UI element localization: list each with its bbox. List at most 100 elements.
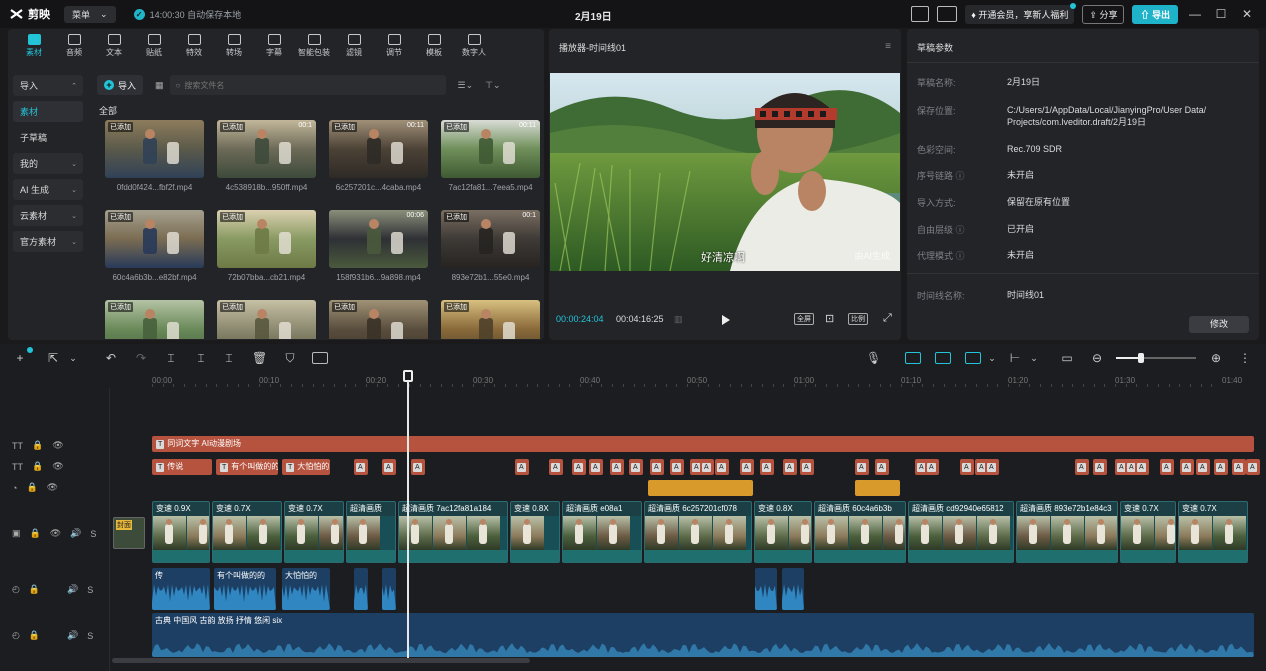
lock-icon[interactable]: 🔒 — [29, 630, 40, 641]
video-clip[interactable]: 超清画质 7ac12fa81a184 — [398, 501, 508, 563]
microphone-icon[interactable]: 🎙 — [866, 351, 881, 365]
eye-icon[interactable]: 👁 — [50, 528, 61, 539]
time-ruler[interactable]: 00:00 00:10 00:20 00:30 00:40 00:50 01:00 01:10… — [152, 372, 1266, 388]
tab-text[interactable]: 文本 — [94, 29, 134, 63]
solo-icon[interactable]: S — [87, 585, 93, 595]
search-box[interactable]: ○ — [169, 75, 446, 95]
text-clip[interactable]: A — [875, 459, 889, 475]
video-clip[interactable]: 变速 0.7X — [212, 501, 282, 563]
voice-clip[interactable]: 大怕怕的 — [282, 568, 330, 610]
zoom-out-icon[interactable]: ⊖ — [1090, 351, 1104, 365]
video-clip[interactable]: 超清画质 e08a1 — [562, 501, 642, 563]
tab-avatar[interactable]: 数字人 — [454, 29, 494, 63]
tab-caption[interactable]: 字幕 — [254, 29, 294, 63]
text-clip[interactable]: A — [411, 459, 425, 475]
text-clip[interactable]: A — [1246, 459, 1260, 475]
chevron-down-icon[interactable]: ⌄ — [1027, 351, 1041, 365]
video-clip[interactable]: 变速 0.9X — [152, 501, 210, 563]
text-clip[interactable]: A — [985, 459, 999, 475]
category-item[interactable]: 导入 ⌃ — [13, 75, 83, 96]
text-clip[interactable]: A — [800, 459, 814, 475]
category-item[interactable]: 官方素材 ⌄ — [13, 231, 83, 252]
lock-icon[interactable]: 🔒 — [32, 440, 43, 451]
media-card[interactable]: 已添加 — [441, 300, 540, 339]
chevron-down-icon[interactable]: ⌄ — [985, 351, 999, 365]
text-clip[interactable]: A — [549, 459, 563, 475]
more-icon[interactable]: ⋮ — [1238, 351, 1252, 365]
tab-smart-pack[interactable]: 智能包装 — [294, 29, 334, 63]
video-clip[interactable]: 变速 0.8X — [510, 501, 560, 563]
shortcut-icon[interactable] — [911, 6, 930, 22]
tab-template[interactable]: 模板 — [414, 29, 454, 63]
menu-button[interactable]: 菜单 ⌄ — [64, 5, 116, 23]
eye-icon[interactable]: 👁 — [47, 482, 58, 493]
media-card[interactable]: 已添加 — [105, 300, 204, 339]
volume-icon[interactable]: 🔊 — [67, 630, 78, 641]
vip-button[interactable]: ♦ 开通会员，享新人福利 — [965, 2, 1077, 24]
video-clip[interactable]: 超清画质 893e72b1e84c3 — [1016, 501, 1118, 563]
eye-icon[interactable]: 👁 — [52, 461, 63, 472]
volume-icon[interactable]: 🔊 — [67, 584, 78, 595]
magnet-icon[interactable] — [905, 352, 921, 364]
split-left-icon[interactable]: ⌶ — [194, 351, 208, 365]
zoom-slider[interactable] — [1116, 353, 1196, 363]
expand-icon[interactable]: ⤢ — [883, 312, 892, 325]
voice-clip[interactable] — [782, 568, 804, 610]
layout-icon[interactable] — [937, 6, 958, 22]
delete-icon[interactable]: 🗑 — [252, 351, 267, 365]
tab-adjust[interactable]: 调节 — [374, 29, 414, 63]
media-card[interactable]: 已添加 — [329, 300, 428, 339]
text-clip[interactable]: A — [1232, 459, 1246, 475]
category-item[interactable]: 云素材 ⌄ — [13, 205, 83, 226]
video-clip[interactable]: 变速 0.7X — [284, 501, 344, 563]
media-card[interactable]: 已添加 — [105, 120, 204, 178]
video-clip[interactable]: 变速 0.7X — [1178, 501, 1248, 563]
text-clip[interactable]: A — [1135, 459, 1149, 475]
media-card[interactable]: 已添加 — [217, 210, 316, 268]
sort-icon[interactable]: ☰⌄ — [458, 80, 474, 91]
text-clip[interactable]: A — [515, 459, 529, 475]
ratio-button[interactable]: 比例 — [848, 313, 868, 325]
solo-icon[interactable]: S — [90, 529, 96, 539]
shield-icon[interactable]: ⛉ — [283, 351, 297, 365]
text-clip[interactable]: A — [700, 459, 714, 475]
align-icon[interactable]: ⊢ — [1008, 351, 1022, 365]
tab-sticker[interactable]: 贴纸 — [134, 29, 174, 63]
text-clip[interactable]: A — [1093, 459, 1107, 475]
text-clip[interactable]: A — [925, 459, 939, 475]
voice-clip[interactable]: 传 — [152, 568, 210, 610]
video-preview[interactable]: 好清凉啊 由AI生成 — [550, 73, 900, 271]
text-clip[interactable]: A — [715, 459, 729, 475]
volume-icon[interactable]: 🔊 — [70, 528, 81, 539]
tab-audio[interactable]: 音频 — [54, 29, 94, 63]
text-clip[interactable]: A — [960, 459, 974, 475]
text-clip[interactable]: A — [1180, 459, 1194, 475]
timeline-scrollbar[interactable] — [112, 658, 530, 663]
category-item[interactable]: AI 生成 ⌄ — [13, 179, 83, 200]
video-clip[interactable]: 超清画质 6c257201cf078 — [644, 501, 752, 563]
minimize-button[interactable]: — — [1186, 7, 1204, 21]
category-item[interactable]: 素材 — [13, 101, 83, 122]
modify-button[interactable]: 修改 — [1189, 316, 1249, 333]
tab-media[interactable]: 素材 — [14, 29, 54, 63]
video-clip[interactable]: 超清画质 60c4a6b3b — [814, 501, 906, 563]
filter-icon[interactable]: ⊤⌄ — [485, 80, 500, 91]
add-track-icon[interactable]: + — [13, 351, 27, 365]
voice-clip[interactable] — [382, 568, 396, 610]
text-clip[interactable]: A — [1075, 459, 1089, 475]
preview-axis-icon[interactable] — [965, 352, 981, 364]
search-input[interactable] — [184, 80, 425, 90]
fullscreen-preview-button[interactable]: 全屏 — [794, 313, 814, 325]
voice-clip[interactable] — [354, 568, 368, 610]
close-button[interactable]: ✕ — [1238, 7, 1256, 21]
lock-icon[interactable]: 🔒 — [26, 482, 37, 493]
text-clip[interactable]: T 大怕怕的 — [282, 459, 330, 475]
tab-effects[interactable]: 特效 — [174, 29, 214, 63]
music-clip[interactable]: 古典 中国风 古韵 放扬 抒情 悠闲 six — [152, 613, 1254, 657]
media-card[interactable]: 已添加 00:1 — [441, 210, 540, 268]
text-clip[interactable]: A — [1214, 459, 1228, 475]
category-item[interactable]: 我的 ⌄ — [13, 153, 83, 174]
video-clip[interactable]: 超清画质 — [346, 501, 396, 563]
text-clip[interactable]: A — [629, 459, 643, 475]
share-button[interactable]: ⇪ 分享 — [1082, 4, 1125, 24]
